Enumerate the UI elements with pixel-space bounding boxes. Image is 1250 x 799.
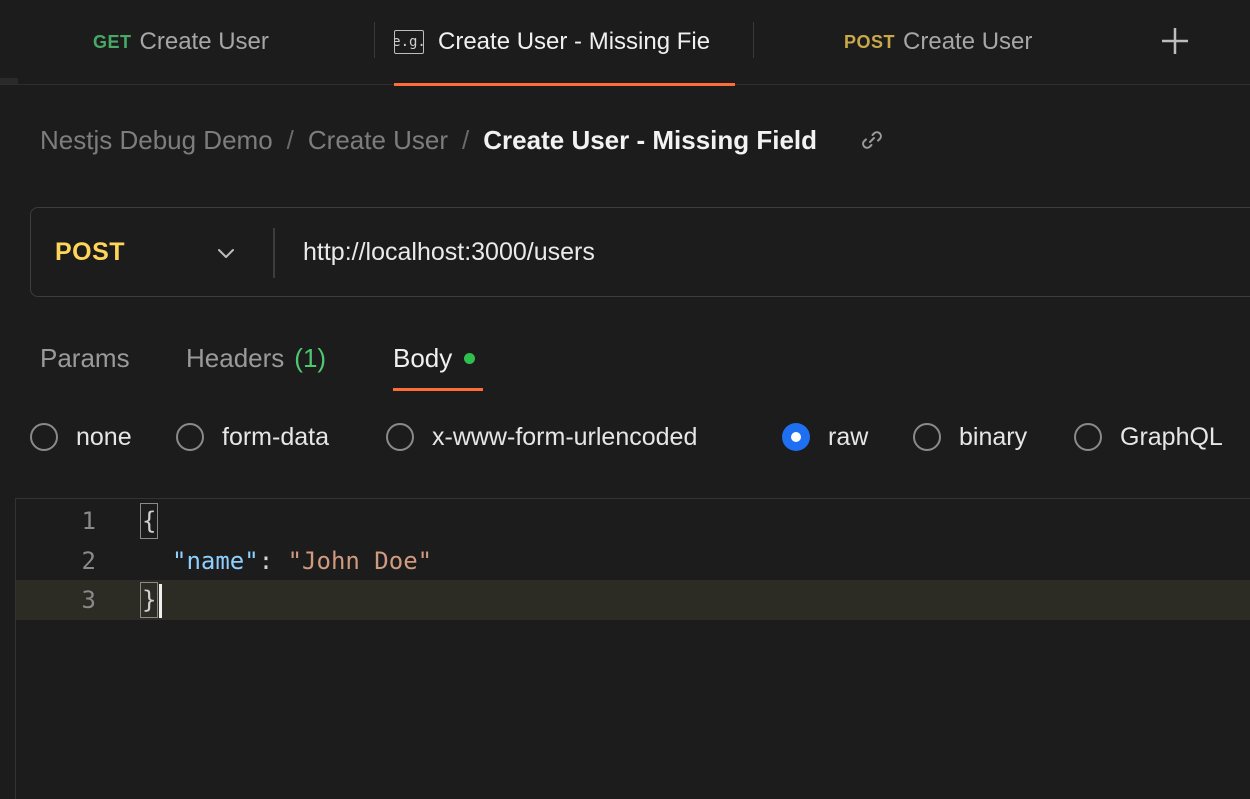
request-tab-bar: GET Create User e.g. Create User - Missi…	[0, 0, 1250, 85]
tab-body-label: Body	[393, 342, 453, 373]
json-key: "name"	[172, 547, 259, 575]
breadcrumb-separator: /	[462, 124, 470, 155]
breadcrumb-collection[interactable]: Nestjs Debug Demo	[40, 125, 273, 156]
body-type-form-data[interactable]: form-data	[176, 415, 329, 459]
matched-brace: }	[140, 582, 159, 618]
json-colon: :	[258, 547, 288, 575]
code-text: }	[140, 582, 163, 618]
radio-urlencoded[interactable]	[386, 423, 414, 451]
radio-form-data[interactable]	[176, 423, 204, 451]
tab-method-label: POST	[844, 31, 896, 52]
body-code-editor[interactable]: 1 { 2 "name": "John Doe" 3 }	[15, 498, 1250, 799]
tab-title: Create User	[139, 28, 269, 55]
tab-divider	[374, 22, 375, 58]
url-divider	[273, 228, 275, 278]
body-type-urlencoded[interactable]: x-www-form-urlencoded	[386, 415, 697, 459]
link-icon[interactable]	[859, 127, 885, 153]
tab-params[interactable]: Params	[40, 330, 130, 386]
body-type-none[interactable]: none	[30, 415, 132, 459]
tab-title: Create User - Missing Fie	[438, 28, 711, 55]
line-number: 2	[81, 547, 96, 575]
tab-headers-label: Headers	[186, 342, 285, 373]
tab-divider	[753, 22, 754, 58]
radio-graphql[interactable]	[1074, 423, 1102, 451]
tab-params-label: Params	[40, 342, 130, 373]
url-bar: POST http://localhost:3000/users	[30, 207, 1250, 297]
tab-method-label: GET	[93, 31, 132, 52]
example-icon: e.g.	[394, 30, 426, 54]
body-type-binary[interactable]: binary	[913, 415, 1027, 459]
headers-count-badge: (1)	[294, 342, 327, 373]
radio-raw[interactable]	[782, 423, 810, 451]
breadcrumb: Nestjs Debug Demo / Create User / Create…	[40, 120, 885, 160]
code-line: 1 {	[16, 501, 1250, 541]
tab-create-user-missing-field[interactable]: e.g. Create User - Missing Fie	[394, 0, 719, 84]
breadcrumb-current[interactable]: Create User - Missing Field	[483, 125, 817, 156]
breadcrumb-separator: /	[286, 124, 294, 155]
body-type-label: x-www-form-urlencoded	[432, 422, 698, 451]
tab-scroll-indicator	[0, 78, 18, 84]
body-type-raw[interactable]: raw	[782, 415, 868, 459]
code-line-current: 3 }	[16, 580, 1250, 620]
tab-headers[interactable]: Headers (1)	[186, 330, 326, 386]
body-type-graphql[interactable]: GraphQL	[1074, 415, 1223, 459]
radio-none[interactable]	[30, 423, 58, 451]
chevron-down-icon[interactable]	[215, 242, 237, 264]
line-number: 3	[81, 586, 96, 614]
tab-body[interactable]: Body	[393, 330, 476, 386]
plus-icon[interactable]	[1160, 26, 1190, 56]
active-request-tab-indicator	[393, 388, 483, 391]
active-tab-indicator	[394, 83, 735, 86]
radio-binary[interactable]	[913, 423, 941, 451]
line-number: 1	[81, 507, 96, 535]
tab-get-create-user[interactable]: GET Create User	[93, 0, 269, 84]
body-type-label: raw	[828, 422, 869, 451]
breadcrumb-folder[interactable]: Create User	[308, 125, 448, 156]
method-select[interactable]: POST	[55, 208, 125, 296]
tab-post-create-user[interactable]: POST Create User	[844, 0, 1032, 84]
code-line: 2 "name": "John Doe"	[16, 541, 1250, 581]
body-type-label: none	[76, 422, 132, 451]
body-type-label: binary	[959, 422, 1028, 451]
code-text: "name": "John Doe"	[172, 547, 432, 575]
matched-brace: {	[140, 503, 159, 539]
code-text: {	[140, 503, 159, 539]
text-cursor	[159, 584, 163, 618]
url-input[interactable]: http://localhost:3000/users	[303, 208, 595, 296]
json-string-value: "John Doe"	[287, 547, 433, 575]
body-modified-dot	[464, 352, 476, 364]
body-type-label: GraphQL	[1120, 422, 1223, 451]
body-type-label: form-data	[222, 422, 329, 451]
tab-title: Create User	[903, 28, 1033, 55]
